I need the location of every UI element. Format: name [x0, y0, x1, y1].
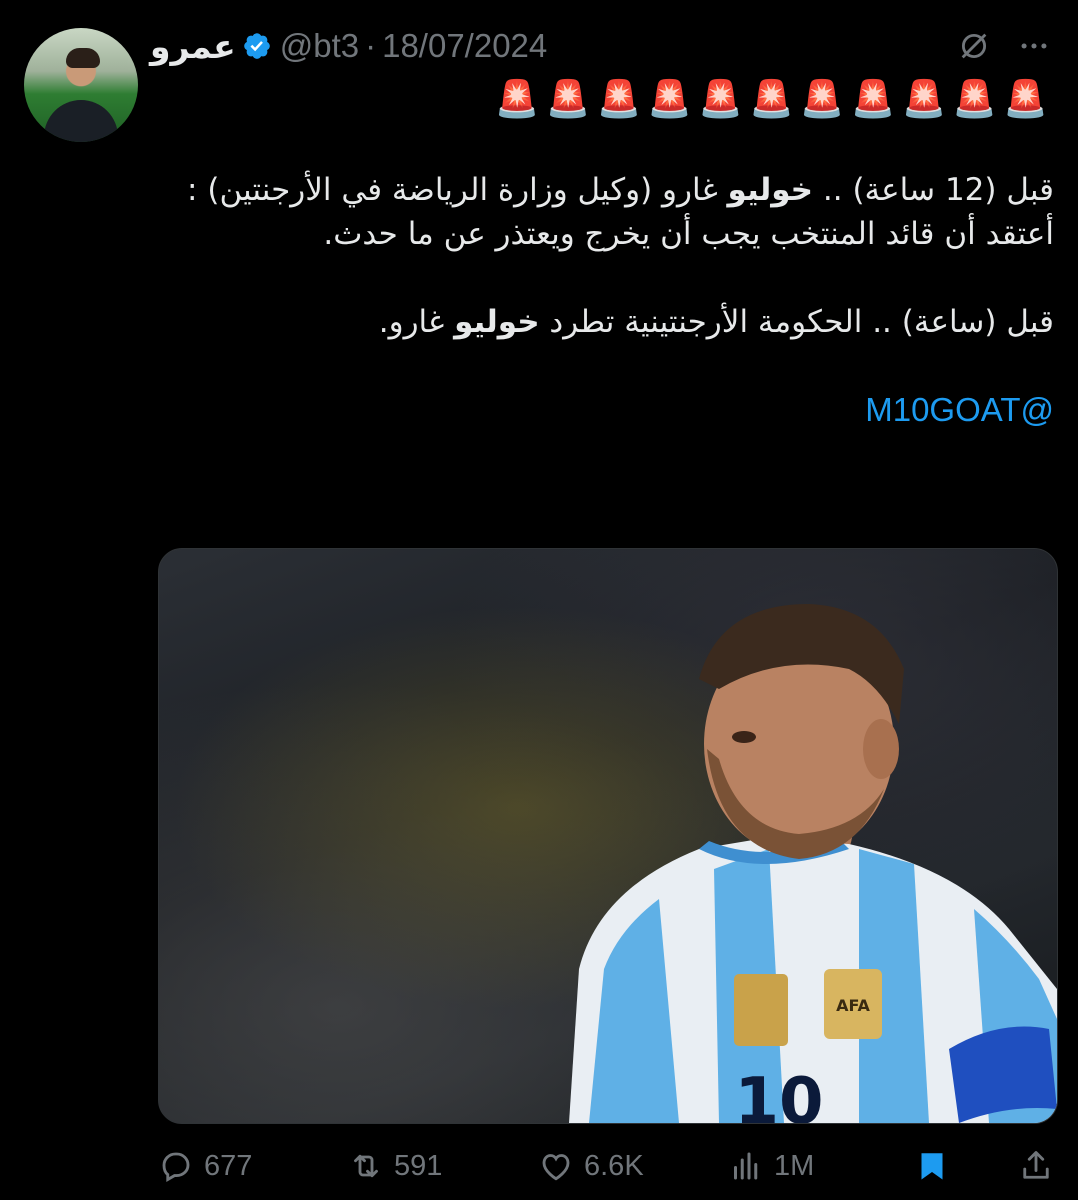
- tweet-actions: 677 591 6.6K 1M: [158, 1140, 1054, 1192]
- reply-icon: [162, 1152, 190, 1182]
- grok-icon[interactable]: [954, 26, 994, 66]
- paragraph-2-bold-name: خوليو: [454, 304, 540, 340]
- author-avatar[interactable]: [24, 28, 138, 142]
- paragraph-2-suffix: غارو.: [378, 304, 455, 340]
- paragraph-1-prefix: قبل (12 ساعة) ..: [813, 172, 1054, 208]
- header-separator: ·: [365, 27, 377, 64]
- bookmark-button[interactable]: [914, 1148, 960, 1184]
- tweet-header: عمرو @bt3 · 18/07/2024: [150, 22, 1054, 70]
- paragraph-2-prefix: قبل (ساعة) .. الحكومة الأرجنتينية تطرد: [539, 304, 1054, 340]
- views-button[interactable]: 1M: [728, 1148, 898, 1184]
- siren-emoji-row: 🚨🚨🚨🚨🚨🚨🚨🚨🚨🚨🚨: [494, 79, 1054, 120]
- retweet-icon: [354, 1154, 378, 1178]
- jersey-number: 10: [734, 1065, 823, 1123]
- tweet-body: 🚨🚨🚨🚨🚨🚨🚨🚨🚨🚨🚨 قبل (12 ساعة) .. خوليو غارو …: [150, 72, 1054, 433]
- reply-button[interactable]: 677: [158, 1148, 348, 1184]
- like-icon: [542, 1154, 570, 1181]
- paragraph-1-bold-name: خوليو: [727, 172, 814, 208]
- tweet-paragraph-1: قبل (12 ساعة) .. خوليو غارو (وكيل وزارة …: [150, 168, 1054, 256]
- like-button[interactable]: 6.6K: [538, 1148, 728, 1184]
- verified-badge-icon: [243, 33, 270, 59]
- mention-link[interactable]: @M10GOAT: [865, 391, 1054, 428]
- retweet-count: 591: [394, 1149, 443, 1182]
- tweet-paragraph-2: قبل (ساعة) .. الحكومة الأرجنتينية تطرد خ…: [150, 300, 1054, 344]
- share-icon: [1023, 1151, 1049, 1179]
- tweet-photo[interactable]: AFA 10: [158, 548, 1058, 1124]
- bookmark-icon: [921, 1153, 943, 1180]
- views-icon: [734, 1152, 758, 1180]
- more-icon[interactable]: [1014, 26, 1054, 66]
- avatar-hair: [66, 48, 100, 68]
- views-count: 1M: [774, 1149, 815, 1182]
- share-button[interactable]: [1018, 1148, 1054, 1184]
- reply-count: 677: [204, 1149, 253, 1182]
- svg-text:AFA: AFA: [836, 996, 870, 1015]
- avatar-shirt: [44, 100, 118, 142]
- author-display-name[interactable]: عمرو: [150, 27, 236, 66]
- like-count: 6.6K: [584, 1149, 644, 1182]
- player-illustration: AFA 10: [569, 604, 1057, 1123]
- retweet-button[interactable]: 591: [348, 1148, 538, 1184]
- author-handle[interactable]: @bt3: [280, 27, 359, 65]
- tweet-date[interactable]: 18/07/2024: [382, 27, 547, 65]
